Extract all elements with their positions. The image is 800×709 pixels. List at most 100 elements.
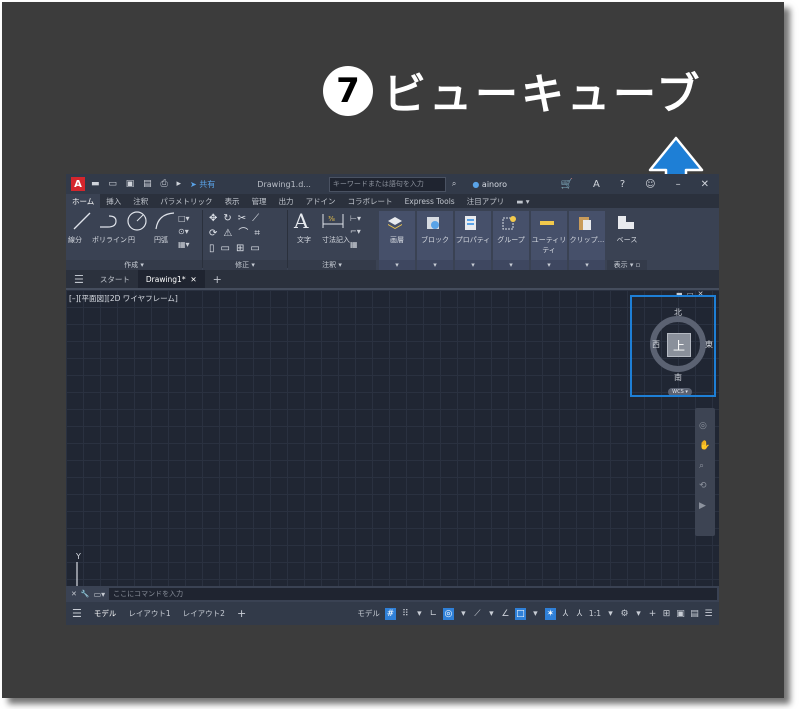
learn-icon[interactable]: A — [593, 179, 600, 190]
tab-insert[interactable]: 挿入 — [100, 194, 127, 208]
command-history-icon[interactable]: ▭▾ — [94, 590, 106, 599]
navigation-tools-icon[interactable]: ◎ ✋ ⌕ ⟲ ▶ — [699, 416, 710, 516]
help-icon[interactable]: ? — [620, 179, 625, 190]
group-modify: ✥↻✂⟋ ⟳⚠⌒⌗ ▯▭⊞▭ 修正 ▾ — [203, 208, 287, 270]
ribbon-tab-bar: ホーム 挿入 注釈 パラメトリック 表示 管理 出力 アドイン コラボレート E… — [66, 194, 719, 208]
annotation-scale-icon[interactable]: ⅄ — [575, 608, 584, 620]
clipboard-footer[interactable]: ▾ — [569, 260, 605, 270]
scale-dropdown-icon[interactable]: ▾ — [606, 608, 615, 620]
customization-icon[interactable]: ☰ — [704, 608, 713, 620]
isolate-icon[interactable]: ⊞ — [662, 608, 671, 620]
layers-footer[interactable]: ▾ — [379, 260, 415, 270]
wrench-icon[interactable]: 🔧 — [81, 590, 90, 598]
drawing-viewport[interactable]: [–][平面図][2D ワイヤフレーム] ▬ ▭ ✕ 上 北 南 東 西 WCS… — [66, 290, 719, 599]
search-icon[interactable]: ⌕ — [452, 179, 456, 189]
base-view-icon[interactable] — [617, 214, 635, 230]
arc-icon[interactable] — [154, 211, 176, 231]
view-group-footer[interactable]: 表示 ▾ ▫ — [607, 260, 647, 270]
line-icon[interactable] — [72, 211, 92, 231]
quick-access-toolbar[interactable]: ▬ ▭ ▣ ▤ ⎙ ▸ — [91, 179, 184, 189]
groups-label: グループ — [497, 236, 525, 244]
draw-small-tools-icon[interactable]: □▾ ⊙▾ ▦▾ — [178, 212, 190, 251]
polar-tracking-icon[interactable]: ◎ — [442, 607, 454, 620]
add-tab-button[interactable]: + — [205, 270, 230, 288]
navigation-bar[interactable]: ◎ ✋ ⌕ ⟲ ▶ — [695, 408, 715, 536]
model-space-toggle[interactable]: モデル — [357, 608, 380, 619]
modify-tools-icon[interactable]: ✥↻✂⟋ ⟳⚠⌒⌗ ▯▭⊞▭ — [209, 211, 266, 256]
cart-icon[interactable]: 🛒 — [561, 179, 573, 190]
modify-group-footer[interactable]: 修正 ▾ — [203, 260, 287, 270]
tab-featured-apps[interactable]: 注目アプリ — [461, 194, 511, 208]
tab-start[interactable]: スタート — [92, 270, 138, 288]
dimension-label: 寸法記入 — [322, 236, 350, 244]
viewport-controls-label[interactable]: [–][平面図][2D ワイヤフレーム] — [69, 293, 178, 304]
close-button[interactable]: ✕ — [701, 179, 709, 190]
object-snap-icon[interactable]: □ — [514, 607, 526, 620]
utilities-footer[interactable]: ▾ — [531, 260, 567, 270]
snap-dropdown-icon[interactable]: ▾ — [415, 608, 424, 620]
workspace-dropdown-icon[interactable]: ▾ — [634, 608, 643, 620]
isodraft-icon[interactable]: ⟋ — [473, 608, 482, 620]
search-input[interactable]: キーワードまたは語句を入力 — [328, 176, 446, 192]
chat-icon[interactable]: ☺ — [645, 179, 655, 190]
workspace-gear-icon[interactable]: ⚙ — [620, 608, 629, 620]
layers-label: 画層 — [390, 236, 404, 244]
tab-layout2[interactable]: レイアウト2 — [177, 608, 231, 619]
app-logo-icon[interactable]: A — [71, 177, 85, 191]
tab-view[interactable]: 表示 — [219, 194, 246, 208]
object-snap-dropdown-icon[interactable]: ▾ — [531, 608, 540, 620]
status-menu-icon[interactable]: ☰ — [66, 607, 88, 620]
tab-addins[interactable]: アドイン — [300, 194, 342, 208]
tab-model[interactable]: モデル — [88, 608, 123, 619]
add-layout-button[interactable]: + — [231, 607, 252, 620]
utilities-button[interactable]: ユーティリティ ▾ — [531, 211, 567, 270]
step-number-badge: 7 — [323, 66, 373, 116]
tab-more[interactable]: ▬ ▾ — [510, 194, 535, 208]
tab-layout1[interactable]: レイアウト1 — [122, 608, 176, 619]
annotation-small-tools-icon[interactable]: ⊢▾ ⌐▾ ▦ — [350, 212, 361, 251]
hardware-acceleration-icon[interactable]: ▣ — [676, 608, 685, 620]
properties-footer[interactable]: ▾ — [455, 260, 491, 270]
clipboard-button[interactable]: クリップ... ▾ — [569, 211, 605, 270]
annotation-group-footer[interactable]: 注釈 ▾ — [288, 260, 376, 270]
block-button[interactable]: ブロック ▾ — [417, 211, 453, 270]
polar-dropdown-icon[interactable]: ▾ — [459, 608, 468, 620]
tab-annotate[interactable]: 注釈 — [127, 194, 154, 208]
command-input[interactable]: ここにコマンドを入力 — [109, 588, 717, 600]
polyline-icon[interactable] — [98, 213, 120, 231]
dimension-icon[interactable]: ⅜ — [321, 212, 345, 230]
app-menu-icon[interactable]: ☰ — [66, 270, 92, 288]
groups-icon — [502, 216, 516, 230]
tab-express-tools[interactable]: Express Tools — [399, 194, 461, 208]
layers-button[interactable]: 画層 ▾ — [379, 211, 415, 270]
user-account[interactable]: ● ainoro — [472, 180, 507, 189]
groups-button[interactable]: グループ ▾ — [493, 211, 529, 270]
circle-label: 円 — [128, 236, 135, 244]
properties-button[interactable]: プロパティ ▾ — [455, 211, 491, 270]
minimize-button[interactable]: – — [676, 179, 681, 190]
share-button[interactable]: ➤ 共有 — [190, 179, 215, 190]
tab-parametric[interactable]: パラメトリック — [154, 194, 218, 208]
circle-icon[interactable] — [126, 210, 148, 232]
tab-manage[interactable]: 管理 — [246, 194, 273, 208]
grid-icon[interactable]: # — [384, 607, 396, 620]
draw-group-footer[interactable]: 作成 ▾ — [66, 260, 202, 270]
groups-footer[interactable]: ▾ — [493, 260, 529, 270]
auto-scale-icon[interactable]: ⅄ — [561, 608, 570, 620]
block-footer[interactable]: ▾ — [417, 260, 453, 270]
snap-icon[interactable]: ⠿ — [401, 608, 410, 620]
text-icon[interactable]: A — [294, 209, 308, 233]
isodraft-dropdown-icon[interactable]: ▾ — [487, 608, 496, 620]
tab-output[interactable]: 出力 — [273, 194, 300, 208]
command-close-icon[interactable]: ✕ — [71, 590, 77, 598]
clean-screen-icon[interactable]: ▤ — [690, 608, 699, 620]
ortho-icon[interactable]: ∟ — [429, 608, 438, 620]
plus-icon[interactable]: + — [648, 608, 657, 620]
scale-value[interactable]: 1:1 — [589, 609, 601, 618]
tab-collaborate[interactable]: コラボレート — [342, 194, 399, 208]
annotation-visibility-icon[interactable]: ✶ — [544, 607, 556, 620]
tab-home[interactable]: ホーム — [66, 194, 101, 208]
tab-drawing1[interactable]: Drawing1* ✕ — [137, 270, 205, 288]
object-snap-tracking-icon[interactable]: ∠ — [501, 608, 510, 620]
close-tab-icon[interactable]: ✕ — [190, 275, 196, 284]
